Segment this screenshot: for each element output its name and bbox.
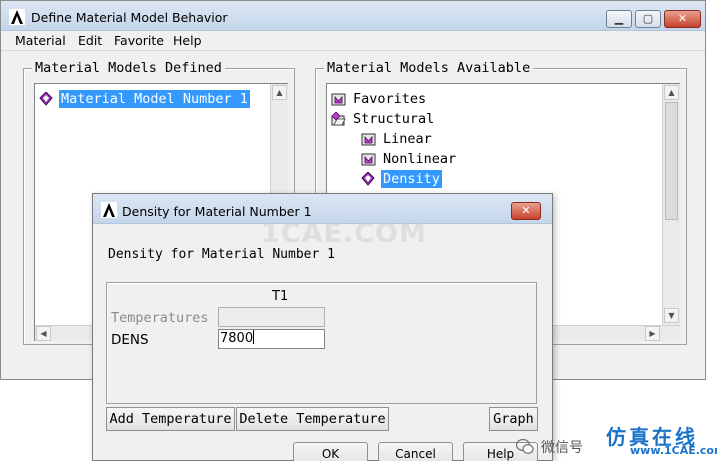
dens-value-input[interactable]: 7800	[218, 329, 325, 349]
density-dialog: Density for Material Number 1 ✕ 1CAE.COM…	[92, 193, 553, 461]
menu-favorite[interactable]: Favorite	[114, 33, 164, 48]
add-temperature-button[interactable]: Add Temperature	[106, 407, 235, 431]
tree-item-label: Nonlinear	[383, 151, 457, 167]
maximize-button[interactable]: ▢	[635, 10, 661, 28]
scroll-left-button[interactable]: ◀	[36, 326, 51, 341]
open-folder-icon	[331, 112, 346, 126]
scroll-right-button[interactable]: ▶	[645, 326, 660, 341]
close-button[interactable]: ✕	[664, 10, 701, 28]
menu-material[interactable]: Material	[15, 33, 66, 48]
temperature-cell	[218, 307, 325, 327]
folder-icon	[331, 93, 346, 106]
menu-edit[interactable]: Edit	[78, 33, 102, 48]
close-icon: ✕	[521, 204, 531, 217]
scroll-thumb[interactable]	[665, 102, 678, 220]
site-watermark-url: www.1CAE.com	[630, 444, 717, 457]
ok-button[interactable]: OK	[293, 442, 368, 461]
property-table: T1 Temperatures DENS 7800	[106, 282, 537, 404]
main-titlebar[interactable]: Define Material Model Behavior ▁ ▢ ✕	[1, 1, 705, 31]
dens-value-text: 7800	[220, 331, 254, 346]
tree-item-label: Density	[381, 170, 442, 188]
dens-label: DENS	[111, 332, 149, 348]
defined-model-label: Material Model Number 1	[59, 90, 250, 108]
folder-icon	[361, 133, 376, 146]
window-title: Define Material Model Behavior	[31, 10, 228, 25]
scroll-up-button[interactable]: ▲	[664, 85, 679, 100]
ansys-logo-icon	[9, 9, 25, 25]
folder-icon	[361, 153, 376, 166]
temperatures-label: Temperatures	[111, 310, 209, 326]
minimize-button[interactable]: ▁	[606, 10, 632, 28]
dialog-prompt: Density for Material Number 1	[108, 247, 335, 262]
wechat-watermark: 微信号	[541, 440, 583, 456]
text-caret	[253, 330, 255, 344]
wechat-icon	[516, 438, 534, 454]
tree-item-label: Linear	[383, 131, 432, 147]
delete-temperature-button[interactable]: Delete Temperature	[236, 407, 389, 431]
maximize-icon: ▢	[642, 12, 654, 25]
cancel-button[interactable]: Cancel	[378, 442, 453, 461]
ansys-logo-icon	[101, 202, 117, 218]
tree-item-label: Favorites	[353, 91, 427, 107]
defined-models-label: Material Models Defined	[32, 60, 225, 76]
available-models-label: Material Models Available	[324, 60, 534, 76]
scroll-up-button[interactable]: ▲	[272, 85, 287, 100]
minimize-icon: ▁	[614, 12, 624, 25]
menu-help[interactable]: Help	[173, 33, 202, 48]
scroll-down-button[interactable]: ▼	[664, 308, 679, 323]
watermark-text: 1CAE.COM	[261, 218, 427, 249]
dialog-title: Density for Material Number 1	[122, 204, 312, 219]
graph-button[interactable]: Graph	[489, 407, 538, 431]
dialog-close-button[interactable]: ✕	[511, 202, 541, 220]
tree-item-label: Structural	[353, 111, 435, 127]
available-vscrollbar[interactable]: ▲ ▼	[662, 84, 680, 325]
column-header-t1: T1	[272, 289, 289, 304]
material-model-icon	[361, 172, 375, 186]
close-icon: ✕	[677, 12, 688, 25]
material-model-icon	[39, 92, 53, 106]
menu-bar: Material Edit Favorite Help	[1, 31, 705, 51]
